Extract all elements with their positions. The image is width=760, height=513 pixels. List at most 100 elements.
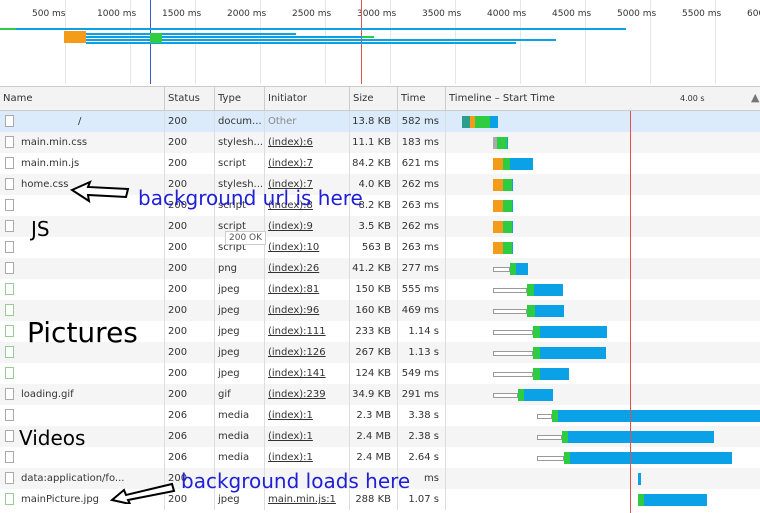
file-icon (5, 451, 14, 463)
cell-text: media (218, 410, 250, 421)
cell-text[interactable]: (index):141 (268, 368, 326, 379)
cell-text[interactable]: (index):26 (268, 263, 319, 274)
cell-text: docum... (218, 116, 262, 127)
timeline-bar-segment (527, 284, 534, 296)
table-row[interactable]: loading.gif 200 gif (index):239 34.9 KB 291 m… (0, 384, 760, 405)
annotation-background-loads: background loads here (181, 469, 411, 493)
file-icon (5, 367, 14, 379)
table-row[interactable]: main.min.css 200 stylesh... (index):6 11.1 K… (0, 132, 760, 153)
cell-text[interactable]: Other (268, 116, 296, 127)
cell-text[interactable]: main.min.js:1 (268, 494, 336, 505)
cell-status: 200 (165, 153, 215, 174)
cell-text: 263 ms (401, 242, 439, 253)
column-header-timeline[interactable]: Timeline – Start Time (446, 87, 760, 111)
request-name[interactable]: main.min.js (21, 153, 79, 174)
cell-status: 200 (165, 132, 215, 153)
cell-initiator: (index):81 (265, 279, 350, 300)
cell-initiator: (index):126 (265, 342, 350, 363)
cell-text: 262 ms (401, 179, 439, 190)
request-name[interactable]: data:application/fo... (21, 468, 124, 489)
cell-time: 2.38 s (398, 426, 446, 447)
table-row[interactable]: 206 media (index):1 2.4 MB 2.64 s (0, 447, 760, 468)
table-row[interactable]: main.min.js 200 script (index):7 84.2 KB 621 … (0, 153, 760, 174)
table-row[interactable]: / 200 docum... Other 13.8 KB 582 ms (0, 111, 760, 132)
cell-text: 288 KB (355, 494, 391, 505)
request-name[interactable]: loading.gif (21, 384, 74, 405)
cell-type: jpeg (215, 279, 265, 300)
table-row[interactable]: 200 jpeg (index):141 124 KB 549 ms (0, 363, 760, 384)
request-name[interactable]: mainPicture.jpg (21, 489, 99, 510)
cell-status: 200 (165, 342, 215, 363)
cell-size: 2.4 MB (350, 447, 398, 468)
cell-text: 200 (168, 326, 188, 337)
cell-status: 200 (165, 237, 215, 258)
column-header-initiator[interactable]: Initiator (265, 87, 350, 111)
column-header-status[interactable]: Status (165, 87, 215, 111)
cell-time: 2.64 s (398, 447, 446, 468)
request-name[interactable]: main.min.css (21, 132, 87, 153)
cell-size: 41.2 KB (350, 258, 398, 279)
overview-tick-label: 1500 ms (162, 9, 202, 19)
cell-text[interactable]: (index):111 (268, 326, 326, 337)
request-name[interactable]: home.css (21, 174, 68, 195)
cell-text[interactable]: (index):9 (268, 221, 313, 232)
cell-name (0, 363, 165, 384)
file-icon (5, 283, 14, 295)
timeline-bar-segment (638, 473, 641, 485)
cell-text: 34.9 KB (352, 389, 391, 400)
cell-time: 263 ms (398, 237, 446, 258)
cell-text: 555 ms (401, 284, 439, 295)
timeline-stalled-bar (537, 414, 552, 419)
table-row[interactable]: 200 png (index):26 41.2 KB 277 ms (0, 258, 760, 279)
cell-time: 263 ms (398, 195, 446, 216)
table-row[interactable]: 206 media (index):1 2.3 MB 3.38 s (0, 405, 760, 426)
overview-tick-label: 4500 ms (552, 9, 592, 19)
cell-time: 582 ms (398, 111, 446, 132)
sort-arrow-icon[interactable]: ▲ (751, 91, 759, 104)
cell-status: 206 (165, 447, 215, 468)
timeline-bar-segment (503, 221, 512, 233)
timeline-bar-segment (503, 200, 512, 212)
request-name[interactable]: / (78, 111, 81, 132)
cell-text[interactable]: (index):1 (268, 452, 313, 463)
file-icon (5, 178, 14, 190)
cell-text: 267 KB (355, 347, 391, 358)
overview-tick-label: 3500 ms (422, 9, 462, 19)
table-row[interactable]: 200 script (index):9 3.5 KB 262 ms (0, 216, 760, 237)
timeline-bar-segment (503, 158, 510, 170)
cell-text[interactable]: (index):81 (268, 284, 319, 295)
cell-text[interactable]: (index):10 (268, 242, 319, 253)
table-row[interactable]: 200 jpeg (index):81 150 KB 555 ms (0, 279, 760, 300)
cell-text[interactable]: (index):126 (268, 347, 326, 358)
timeline-bar-segment (475, 116, 490, 128)
cell-initiator: (index):9 (265, 216, 350, 237)
column-header-type[interactable]: Type (215, 87, 265, 111)
timeline-bar-segment (533, 326, 540, 338)
file-icon (5, 157, 14, 169)
cell-text: jpeg (218, 347, 240, 358)
cell-text: 233 KB (355, 326, 391, 337)
table-row[interactable]: 200 script (index):10 563 B 263 ms (0, 237, 760, 258)
cell-text[interactable]: (index):96 (268, 305, 319, 316)
cell-type: png (215, 258, 265, 279)
timeline-stalled-bar (537, 456, 564, 461)
cell-text[interactable]: (index):239 (268, 389, 326, 400)
cell-size: 34.9 KB (350, 384, 398, 405)
cell-text[interactable]: (index):7 (268, 158, 313, 169)
cell-text[interactable]: (index):1 (268, 410, 313, 421)
cell-initiator: (index):1 (265, 426, 350, 447)
cell-text: 200 (168, 263, 188, 274)
cell-text[interactable]: (index):6 (268, 137, 313, 148)
timeline-bar-segment (570, 452, 732, 464)
column-header-name[interactable]: Name (0, 87, 165, 111)
overview-timeline[interactable]: 500 ms 1000 ms 1500 ms 2000 ms 2500 ms 3000 m… (0, 0, 760, 84)
cell-text: 2.64 s (408, 452, 439, 463)
overview-bar (86, 33, 296, 35)
cell-initiator: (index):141 (265, 363, 350, 384)
timeline-stalled-bar (537, 435, 562, 440)
column-header-time[interactable]: Time (398, 87, 446, 111)
cell-text[interactable]: (index):1 (268, 431, 313, 442)
column-header-size[interactable]: Size (350, 87, 398, 111)
table-row[interactable]: 206 media (index):1 2.4 MB 2.38 s (0, 426, 760, 447)
overview-tick-label: 6000 (747, 9, 760, 19)
